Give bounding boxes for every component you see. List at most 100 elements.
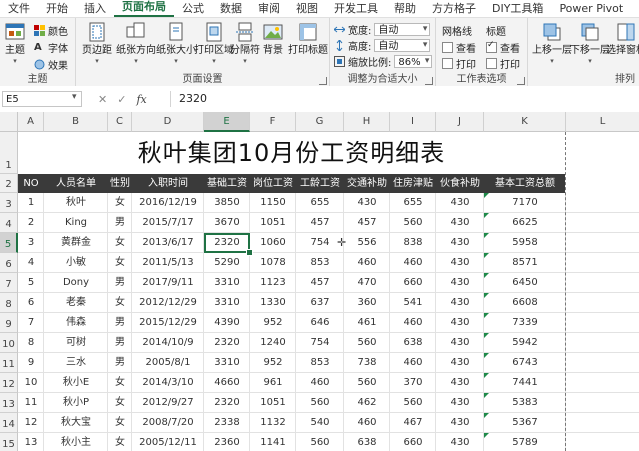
table-cell[interactable]: 女 — [108, 413, 132, 433]
table-cell[interactable]: 1078 — [250, 253, 296, 273]
error-indicator-icon[interactable] — [484, 293, 489, 298]
table-cell[interactable]: 430 — [436, 413, 484, 433]
table-cell[interactable]: 430 — [436, 313, 484, 333]
table-cell[interactable]: 457 — [296, 213, 344, 233]
table-cell[interactable]: 5290 — [204, 253, 250, 273]
column-header[interactable]: E — [204, 112, 250, 132]
table-cell[interactable]: 460 — [344, 413, 390, 433]
ribbon-tab[interactable]: 帮助 — [386, 2, 424, 17]
table-cell[interactable]: 4660 — [204, 373, 250, 393]
table-header-cell[interactable]: 基本工资总额 — [484, 174, 566, 193]
table-cell[interactable]: 461 — [344, 313, 390, 333]
column-header[interactable]: I — [390, 112, 436, 132]
background-button[interactable]: 背景 — [262, 21, 284, 57]
table-cell[interactable]: 1123 — [250, 273, 296, 293]
table-cell[interactable]: 男 — [108, 313, 132, 333]
error-indicator-icon[interactable] — [484, 333, 489, 338]
error-indicator-icon[interactable] — [484, 213, 489, 218]
table-cell[interactable]: 655 — [390, 193, 436, 213]
column-header[interactable]: A — [18, 112, 44, 132]
table-header-cell[interactable]: 岗位工资 — [250, 174, 296, 193]
ribbon-tab[interactable]: 方方格子 — [424, 2, 484, 17]
table-cell[interactable]: 838 — [390, 233, 436, 253]
table-cell[interactable]: 7441 — [484, 373, 566, 393]
table-cell[interactable]: 黄群金 — [44, 233, 108, 253]
table-cell[interactable]: 952 — [250, 353, 296, 373]
page-setup-launcher-icon[interactable] — [319, 77, 327, 85]
table-cell[interactable]: 754 — [296, 333, 344, 353]
theme-fonts-button[interactable]: A 字体 — [34, 40, 68, 55]
table-cell[interactable]: 6608 — [484, 293, 566, 313]
table-cell[interactable]: 430 — [436, 273, 484, 293]
table-cell[interactable]: 457 — [296, 273, 344, 293]
table-cell[interactable]: 560 — [296, 433, 344, 451]
column-header[interactable]: B — [44, 112, 108, 132]
ribbon-tab[interactable]: 开始 — [38, 2, 76, 17]
table-header-cell[interactable]: 住房津贴 — [390, 174, 436, 193]
table-cell[interactable]: 2 — [18, 213, 44, 233]
table-cell[interactable]: 7339 — [484, 313, 566, 333]
table-cell[interactable]: 秋小E — [44, 373, 108, 393]
table-cell[interactable]: 460 — [296, 373, 344, 393]
table-cell[interactable]: 3670 — [204, 213, 250, 233]
row-header[interactable]: 7 — [0, 273, 18, 293]
row-header[interactable]: 3 — [0, 193, 18, 213]
height-dropdown[interactable]: 自动 — [374, 39, 431, 52]
error-indicator-icon[interactable] — [484, 433, 489, 438]
error-indicator-icon[interactable] — [484, 193, 489, 198]
insert-function-icon[interactable]: fx — [136, 93, 146, 106]
gridlines-view-checkbox[interactable]: 查看 — [442, 40, 476, 55]
table-cell[interactable]: 女 — [108, 253, 132, 273]
column-header[interactable]: L — [566, 112, 639, 132]
error-indicator-icon[interactable] — [484, 313, 489, 318]
row-header[interactable]: 2 — [0, 174, 18, 193]
table-cell[interactable]: 女 — [108, 373, 132, 393]
width-dropdown[interactable]: 自动 — [374, 23, 431, 36]
table-cell[interactable]: 360 — [344, 293, 390, 313]
fill-handle[interactable] — [246, 249, 253, 256]
table-cell[interactable]: 8 — [18, 333, 44, 353]
table-cell[interactable]: 7170 — [484, 193, 566, 213]
error-indicator-icon[interactable] — [484, 393, 489, 398]
row-header[interactable]: 9 — [0, 313, 18, 333]
print-titles-button[interactable]: 打印标题 — [288, 21, 328, 57]
column-header[interactable]: K — [484, 112, 566, 132]
table-cell[interactable]: 560 — [296, 393, 344, 413]
table-cell[interactable]: 6 — [18, 293, 44, 313]
ribbon-tab[interactable]: 页面布局 — [114, 0, 174, 17]
table-cell[interactable]: 560 — [344, 333, 390, 353]
table-cell[interactable]: 430 — [436, 433, 484, 451]
table-cell[interactable]: 2338 — [204, 413, 250, 433]
table-cell[interactable]: 1150 — [250, 193, 296, 213]
table-cell[interactable]: 660 — [390, 433, 436, 451]
table-cell[interactable]: 370 — [390, 373, 436, 393]
row-header[interactable]: 12 — [0, 373, 18, 393]
table-cell[interactable]: 430 — [436, 253, 484, 273]
table-cell[interactable]: 3310 — [204, 353, 250, 373]
error-indicator-icon[interactable] — [484, 253, 489, 258]
column-header[interactable]: H — [344, 112, 390, 132]
table-cell[interactable]: 460 — [344, 253, 390, 273]
table-cell[interactable]: 2015/12/29 — [132, 313, 204, 333]
table-header-cell[interactable]: 性别 — [108, 174, 132, 193]
table-cell[interactable]: 1 — [18, 193, 44, 213]
table-cell[interactable]: 457 — [344, 213, 390, 233]
table-cell[interactable]: 2012/12/29 — [132, 293, 204, 313]
column-header[interactable]: J — [436, 112, 484, 132]
row-header[interactable]: 1 — [0, 132, 18, 174]
breaks-button[interactable]: 分隔符 ▾ — [230, 21, 260, 65]
table-cell[interactable]: 853 — [296, 253, 344, 273]
row-header[interactable]: 4 — [0, 213, 18, 233]
table-cell[interactable]: 853 — [296, 353, 344, 373]
table-cell[interactable]: 2005/8/1 — [132, 353, 204, 373]
table-header-cell[interactable]: NO — [18, 174, 44, 193]
table-cell[interactable]: 3310 — [204, 273, 250, 293]
bring-forward-button[interactable]: 上移一层 ▾ — [532, 21, 572, 65]
table-cell[interactable]: 556 — [344, 233, 390, 253]
table-cell[interactable]: 12 — [18, 413, 44, 433]
table-cell[interactable]: 2014/10/9 — [132, 333, 204, 353]
table-cell[interactable]: 1051 — [250, 393, 296, 413]
table-cell[interactable]: 2320 — [204, 333, 250, 353]
table-cell[interactable]: 2320 — [204, 393, 250, 413]
table-header-cell[interactable]: 交通补助 — [344, 174, 390, 193]
